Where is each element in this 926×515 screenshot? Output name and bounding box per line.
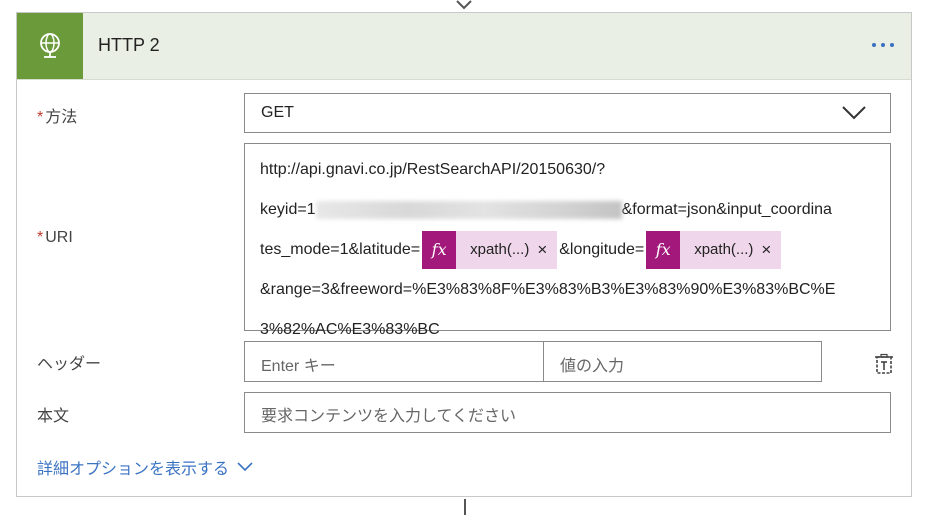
method-label-text: 方法 [45,109,78,126]
uri-label: * URI [37,229,73,247]
redacted-api-key [315,201,622,219]
headers-label: ヘッダー [37,356,102,373]
body-label: 本文 [37,408,70,425]
uri-line-1: http://api.gnavi.co.jp/RestSearchAPI/201… [260,161,606,178]
chevron-down-icon[interactable] [842,106,866,120]
delete-header-icon[interactable] [873,353,895,375]
http-action-card: HTTP 2 * 方法 GET * URI http://api.gnavi.co.… [16,12,912,497]
uri-input[interactable]: http://api.gnavi.co.jp/RestSearchAPI/201… [244,143,891,338]
required-mark: * [37,109,44,126]
show-advanced-options-link[interactable]: 詳細オプションを表示する [37,455,253,479]
required-mark: * [37,229,44,246]
dot-icon [881,43,885,47]
uri-line-3: tes_mode=1&latitude= fx xpath(...) × &lo… [260,230,876,270]
function-icon: fx [646,231,681,269]
uri-line-4: &range=3&freeword=%E3%83%8F%E3%83%B3%E3%… [260,281,836,298]
http-action-icon [17,13,83,79]
uri-line-3-middle: &longitude= [559,241,645,258]
uri-label-text: URI [45,229,73,246]
chevron-down-icon [237,462,253,472]
method-value: GET [261,104,294,121]
header-value-input[interactable]: 値の入力 [543,341,822,382]
more-options-button[interactable] [863,33,903,57]
method-select[interactable]: GET [244,93,891,133]
method-label: * 方法 [37,103,77,127]
uri-line-3-prefix: tes_mode=1&latitude= [260,241,421,258]
dot-icon [890,43,894,47]
uri-line-2-suffix: &format=json&input_coordina [621,201,832,218]
uri-keyid-prefix: keyid=1 [260,201,316,218]
header-value-placeholder: 値の入力 [560,358,625,375]
body-input[interactable]: 要求コンテンツを入力してください [244,392,891,433]
body-placeholder: 要求コンテンツを入力してください [261,408,517,425]
flow-connector [464,499,466,515]
token-label: xpath(...) [470,241,530,258]
latitude-expression-token[interactable]: fx xpath(...) × [422,231,558,269]
function-icon: fx [422,231,457,269]
longitude-expression-token[interactable]: fx xpath(...) × [646,231,782,269]
globe-icon [40,33,60,58]
token-label: xpath(...) [694,241,754,258]
uri-line-2: keyid=1 &format=json&input_coordina [260,190,876,230]
card-title: HTTP 2 [98,35,160,55]
card-header[interactable]: HTTP 2 [17,13,911,80]
header-key-input[interactable]: Enter キー [244,341,544,382]
header-key-placeholder: Enter キー [261,358,336,375]
advanced-options-text: 詳細オプションを表示する [37,461,230,478]
arrow-down-icon [456,0,472,10]
remove-token-icon[interactable]: × [759,231,781,269]
remove-token-icon[interactable]: × [535,231,557,269]
dot-icon [872,43,876,47]
